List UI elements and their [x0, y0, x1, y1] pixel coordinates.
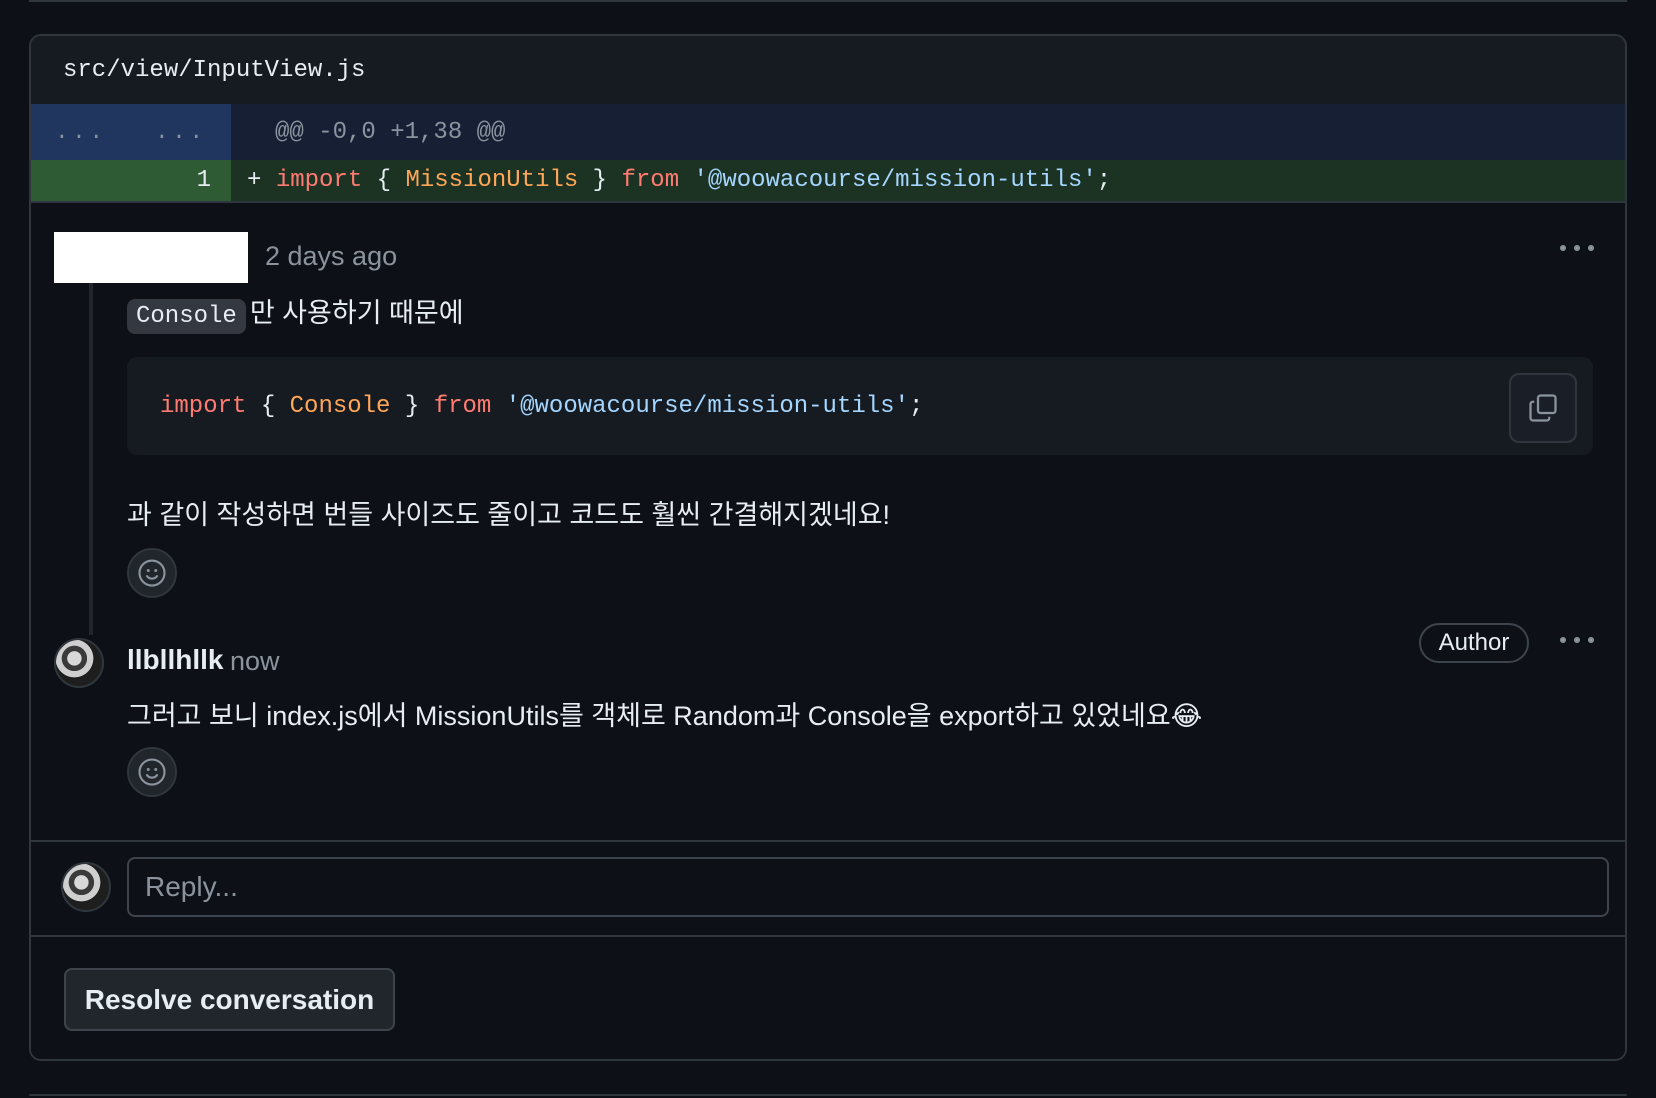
- added-code-token: {: [362, 167, 406, 194]
- previous-thread-border: [29, 0, 1627, 2]
- code-block-token: import: [160, 393, 247, 420]
- comment-body-line2: 과 같이 작성하면 번들 사이즈도 줄이고 코드도 훨씬 간결해지겠네요!: [127, 500, 891, 530]
- smiley-icon: [138, 559, 166, 587]
- kebab-horizontal-icon: [1560, 637, 1594, 643]
- add-reaction-button[interactable]: [127, 747, 177, 797]
- author-badge: Author: [1419, 623, 1529, 663]
- added-code-token: from: [621, 167, 680, 194]
- code-block-token: ;: [908, 393, 924, 420]
- add-reaction-button[interactable]: [127, 548, 177, 598]
- expand-old-lines[interactable]: ...: [55, 120, 107, 145]
- comment-options-button[interactable]: [1559, 239, 1595, 257]
- code-block-token: '@woowacourse/mission-utils': [505, 393, 909, 420]
- added-code-token: import: [275, 167, 363, 194]
- added-code-token: '@woowacourse/mission-utils': [693, 167, 1097, 194]
- code-block: import { Console } from '@woowacourse/mi…: [127, 357, 1593, 455]
- diff-added-line: 1 + import { MissionUtils } from '@woowa…: [31, 160, 1625, 201]
- resolve-conversation-button[interactable]: Resolve conversation: [64, 968, 395, 1031]
- comment-timestamp[interactable]: now: [230, 646, 280, 677]
- code-block-token: Console: [289, 393, 391, 420]
- comment-body: 그러고 보니 index.js에서 MissionUtils를 객체로 Rand…: [127, 701, 1203, 731]
- code-block-token: {: [246, 393, 290, 420]
- resolve-area: Resolve conversation: [31, 937, 1625, 1057]
- comment-list: 2 days ago Console 만 사용하기 때문에 import { Co…: [31, 203, 1625, 840]
- copy-icon: [1529, 394, 1557, 422]
- comment-timestamp[interactable]: 2 days ago: [265, 241, 397, 272]
- code-block-token: }: [390, 393, 434, 420]
- thread-connector: [89, 263, 93, 635]
- file-path[interactable]: src/view/InputView.js: [31, 36, 1625, 104]
- copy-button[interactable]: [1509, 373, 1577, 443]
- reply-area: [31, 842, 1625, 935]
- line-number[interactable]: 1: [31, 160, 231, 201]
- added-code: + import { MissionUtils } from '@woowaco…: [231, 167, 1111, 194]
- next-thread-border: [29, 1094, 1627, 1096]
- added-code-token: ;: [1096, 167, 1112, 194]
- review-thread: src/view/InputView.js ... ... @@ -0,0 +1…: [29, 34, 1627, 1061]
- diff-sign: +: [247, 167, 262, 194]
- added-code-token: MissionUtils: [405, 167, 579, 194]
- added-code-tokens: import { MissionUtils } from '@woowacour…: [276, 167, 1111, 194]
- added-code-token: [679, 167, 693, 194]
- diff-hunk-header: ... ... @@ -0,0 +1,38 @@: [31, 104, 1625, 160]
- hunk-gutter[interactable]: ... ...: [31, 104, 231, 160]
- code-block-content: import { Console } from '@woowacourse/mi…: [160, 393, 923, 420]
- smiley-icon: [138, 758, 166, 786]
- inline-code: Console: [127, 299, 246, 334]
- avatar[interactable]: [54, 638, 104, 688]
- kebab-horizontal-icon: [1560, 245, 1594, 251]
- added-code-token: }: [578, 167, 622, 194]
- comment-text: 만 사용하기 때문에: [249, 298, 464, 328]
- code-block-token: from: [433, 393, 492, 420]
- code-block-token: [491, 393, 505, 420]
- avatar: [61, 862, 111, 912]
- redacted-author: [54, 232, 248, 283]
- reply-input[interactable]: [127, 857, 1609, 917]
- comment-options-button[interactable]: [1559, 631, 1595, 649]
- expand-new-lines[interactable]: ...: [155, 120, 207, 145]
- comment-author[interactable]: llbllhllk: [127, 644, 223, 676]
- comment-body-line1: Console 만 사용하기 때문에: [127, 291, 464, 334]
- hunk-header-text: @@ -0,0 +1,38 @@: [275, 118, 506, 146]
